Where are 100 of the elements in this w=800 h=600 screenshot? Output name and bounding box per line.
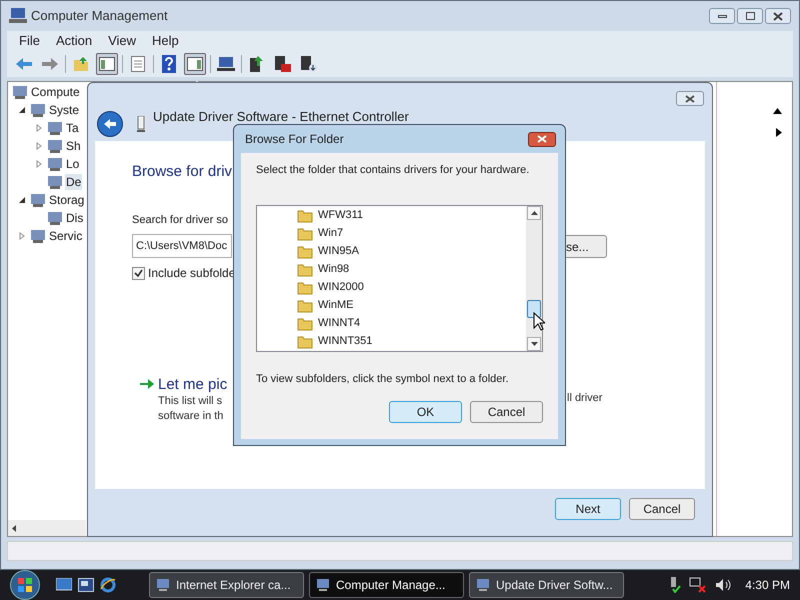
tree-node-icon bbox=[12, 84, 28, 100]
folder-icon bbox=[297, 226, 313, 240]
tree-node-icon bbox=[30, 102, 46, 118]
wizard-heading: Browse for driv bbox=[132, 162, 232, 182]
computer-icon[interactable] bbox=[217, 56, 235, 72]
option-link[interactable]: Let me pic bbox=[158, 376, 228, 394]
folder-item[interactable]: WFW311 bbox=[317, 207, 364, 224]
menu-item[interactable]: Help bbox=[152, 31, 179, 51]
taskbar-button[interactable]: Computer Manage... bbox=[309, 572, 464, 598]
window-title: Computer Management bbox=[31, 7, 168, 26]
folder-icon bbox=[297, 298, 313, 312]
folder-icon bbox=[297, 262, 313, 276]
maximize-button[interactable] bbox=[737, 8, 763, 24]
tree-item[interactable]: De bbox=[65, 174, 82, 190]
menu-item[interactable]: View bbox=[108, 31, 136, 51]
ok-button[interactable]: OK bbox=[389, 401, 462, 423]
close-button[interactable] bbox=[676, 91, 704, 106]
back-button[interactable] bbox=[97, 111, 123, 137]
cancel-button[interactable]: Cancel bbox=[629, 498, 695, 520]
window-icon bbox=[316, 578, 330, 592]
path-field[interactable]: C:\Users\VM8\Doc bbox=[132, 234, 232, 258]
cancel-button[interactable]: Cancel bbox=[470, 401, 543, 423]
help-icon[interactable] bbox=[162, 55, 176, 73]
folder-item[interactable]: WINNT4 bbox=[317, 315, 362, 332]
network-disconnected-icon bbox=[689, 577, 708, 593]
back-arrow-icon bbox=[103, 118, 117, 130]
checkbox[interactable] bbox=[132, 266, 145, 280]
menu-item[interactable]: Action bbox=[56, 31, 92, 51]
download-icon[interactable] bbox=[300, 55, 318, 73]
tree-node-icon bbox=[47, 174, 63, 190]
tree-item[interactable]: Storag bbox=[48, 192, 86, 208]
app-icon bbox=[9, 7, 27, 25]
close-button[interactable] bbox=[528, 132, 556, 146]
tree-item[interactable]: Sh bbox=[65, 138, 82, 154]
next-button[interactable]: Next bbox=[555, 498, 621, 520]
arrow-icon bbox=[140, 378, 154, 390]
clock: 4:30 PM bbox=[745, 577, 790, 594]
tree-pane-icon[interactable] bbox=[99, 57, 115, 71]
checkbox-label: Include subfolde bbox=[148, 265, 236, 282]
expander-icon[interactable] bbox=[18, 106, 26, 114]
tree-node-icon bbox=[47, 120, 63, 136]
forward-arrow-icon[interactable] bbox=[41, 57, 59, 71]
folder-item[interactable]: WinME bbox=[317, 297, 354, 314]
window-icon bbox=[156, 578, 170, 592]
folder-item[interactable]: WIN2000 bbox=[317, 279, 365, 296]
folder-item[interactable]: Win7 bbox=[317, 225, 344, 242]
dialog-hint: To view subfolders, click the symbol next to a folder. bbox=[256, 372, 510, 386]
folder-item[interactable]: WINNT351 bbox=[317, 333, 374, 350]
tree-item[interactable]: Lo bbox=[65, 156, 80, 172]
window-icon bbox=[476, 578, 490, 592]
horizontal-scrollbar[interactable] bbox=[8, 520, 86, 536]
logo-icon bbox=[17, 577, 33, 593]
folder-icon bbox=[297, 244, 313, 258]
option-description: This list will s bbox=[158, 394, 224, 409]
scroll-down-icon[interactable] bbox=[530, 342, 538, 346]
tree-item[interactable]: Servic bbox=[48, 228, 84, 244]
expander-icon[interactable] bbox=[18, 196, 26, 204]
device-status-icon bbox=[669, 577, 682, 593]
folder-item[interactable]: WIN95A bbox=[317, 243, 360, 260]
vertical-scrollbar[interactable] bbox=[526, 206, 542, 350]
device-icon bbox=[137, 116, 145, 132]
close-icon bbox=[773, 12, 783, 20]
export-icon[interactable] bbox=[249, 55, 265, 73]
option-description: software in th bbox=[158, 409, 224, 424]
taskbar-button[interactable]: Internet Explorer ca... bbox=[149, 572, 304, 598]
close-button[interactable] bbox=[765, 8, 791, 24]
show-desktop-icon[interactable] bbox=[56, 578, 72, 592]
folder-item[interactable]: Win98 bbox=[317, 261, 350, 278]
scrollbar-thumb[interactable] bbox=[527, 300, 541, 318]
expand-icon[interactable] bbox=[776, 128, 782, 137]
list-icon[interactable] bbox=[131, 56, 145, 72]
folder-icon bbox=[297, 316, 313, 330]
search-label: Search for driver so bbox=[132, 212, 228, 228]
menu-item[interactable]: File bbox=[19, 31, 40, 51]
browser-icon[interactable] bbox=[100, 577, 116, 593]
start-button[interactable] bbox=[10, 570, 40, 600]
tree-item[interactable]: Syste bbox=[48, 102, 80, 118]
taskbar-button[interactable]: Update Driver Softw... bbox=[469, 572, 624, 598]
folder-icon bbox=[297, 208, 313, 222]
tree-node-icon bbox=[47, 138, 63, 154]
folder-icon bbox=[297, 280, 313, 294]
action-pane-icon[interactable] bbox=[187, 57, 203, 71]
dialog-instruction: Select the folder that contains drivers for your hardware. bbox=[256, 163, 530, 178]
tree-item[interactable]: Ta bbox=[65, 120, 80, 136]
folder-up-icon[interactable] bbox=[73, 56, 89, 72]
wizard-title: Update Driver Software - Ethernet Controller bbox=[153, 110, 409, 124]
folder-icon bbox=[297, 334, 313, 348]
back-arrow-icon[interactable] bbox=[15, 57, 33, 71]
option-description: ll driver bbox=[567, 391, 602, 406]
browse-button[interactable]: se... bbox=[566, 235, 607, 258]
switch-windows-icon[interactable] bbox=[78, 578, 94, 592]
scroll-left-icon[interactable] bbox=[12, 524, 16, 532]
tree-item[interactable]: Compute bbox=[30, 84, 81, 100]
collapse-icon[interactable] bbox=[773, 108, 782, 114]
scroll-up-icon[interactable] bbox=[530, 210, 538, 214]
tree-node-icon bbox=[47, 210, 63, 226]
speaker-icon bbox=[715, 578, 732, 592]
minimize-button[interactable] bbox=[709, 8, 735, 24]
tree-item[interactable]: Dis bbox=[65, 210, 84, 226]
tree-node-icon bbox=[30, 192, 46, 208]
